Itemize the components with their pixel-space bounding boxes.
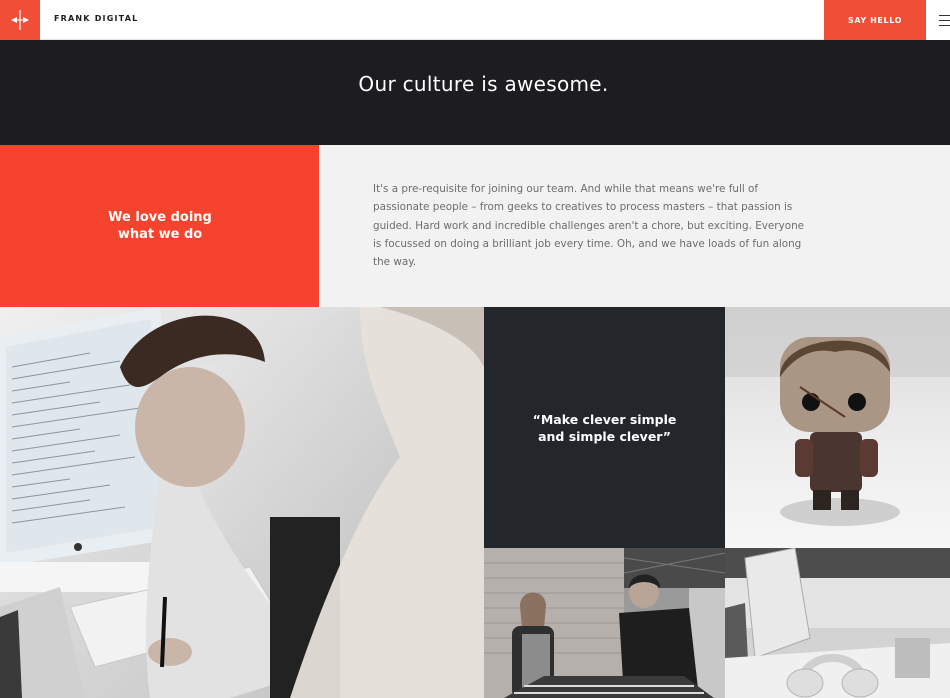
culture-copy-panel: It's a pre-requisite for joining our tea… [319, 145, 950, 307]
logo-link[interactable] [0, 0, 40, 40]
hamburger-menu-icon [939, 15, 950, 16]
say-hello-button[interactable]: SAY HELLO [824, 0, 926, 40]
quote-text: “Make clever simple and simple clever” [504, 411, 705, 445]
desk-headphones-photo [725, 548, 950, 698]
frank-logo-icon [11, 10, 29, 30]
love-panel: We love doing what we do [0, 145, 319, 307]
quote-line1: “Make clever simple [532, 412, 677, 427]
love-heading-line2: what we do [117, 227, 203, 242]
menu-button[interactable] [926, 0, 950, 40]
site-header: FRANK DIGITAL SAY HELLO [0, 0, 950, 40]
vinyl-figure-photo [725, 307, 950, 548]
team-working-photo [0, 307, 484, 698]
love-heading-line1: We love doing [108, 210, 212, 225]
quote-line2: and simple clever” [538, 429, 671, 444]
foosball-photo [484, 548, 725, 698]
hero-title: Our culture is awesome. [358, 72, 609, 96]
hamburger-line [939, 20, 950, 21]
brand-name[interactable]: FRANK DIGITAL [54, 14, 138, 23]
hamburger-line [939, 25, 950, 26]
quote-panel: “Make clever simple and simple clever” [484, 307, 725, 548]
culture-copy: It's a pre-requisite for joining our tea… [373, 183, 805, 269]
love-heading: We love doing what we do [60, 209, 260, 243]
hero-banner: Our culture is awesome. [0, 40, 950, 145]
